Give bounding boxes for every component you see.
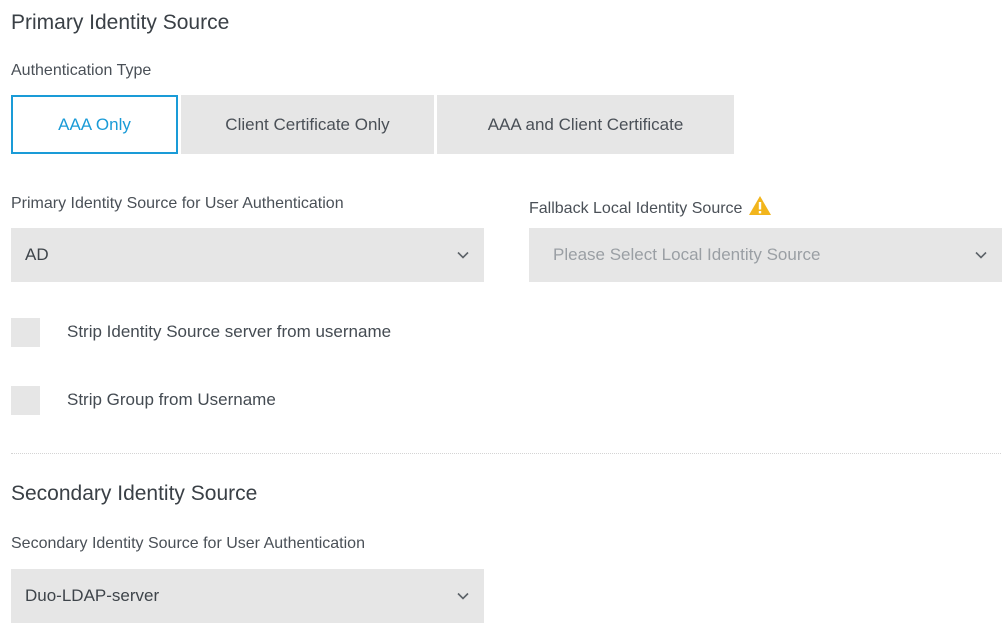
strip-group-checkbox[interactable] [11, 385, 40, 415]
primary-source-select[interactable]: AD [11, 228, 484, 282]
auth-type-aaa-only-button[interactable]: AAA Only [11, 95, 178, 154]
strip-identity-source-label: Strip Identity Source server from userna… [67, 322, 392, 341]
strip-group-label: Strip Group from Username [67, 390, 276, 409]
fallback-source-label-row: Fallback Local Identity Source [529, 195, 772, 221]
fallback-source-select[interactable]: Please Select Local Identity Source [529, 228, 1002, 282]
primary-source-label: Primary Identity Source for User Authent… [11, 195, 344, 212]
chevron-down-icon [456, 589, 470, 603]
authentication-type-label: Authentication Type [11, 62, 152, 79]
fallback-source-label: Fallback Local Identity Source [529, 200, 743, 217]
secondary-source-value: Duo-LDAP-server [25, 586, 160, 605]
primary-section-title: Primary Identity Source [11, 11, 230, 34]
secondary-source-select[interactable]: Duo-LDAP-server [11, 569, 484, 623]
secondary-section-title: Secondary Identity Source [11, 482, 258, 505]
authentication-type-segmented-control: AAA Only Client Certificate Only AAA and… [11, 95, 737, 154]
strip-identity-source-checkbox[interactable] [11, 317, 40, 347]
strip-group-row: Strip Group from Username [11, 385, 276, 415]
fallback-source-placeholder: Please Select Local Identity Source [553, 245, 821, 264]
strip-identity-source-row: Strip Identity Source server from userna… [11, 317, 391, 347]
primary-source-value: AD [25, 245, 49, 264]
section-divider [11, 453, 1001, 454]
warning-icon [748, 195, 772, 221]
secondary-source-label: Secondary Identity Source for User Authe… [11, 535, 365, 552]
auth-type-aaa-and-client-certificate-button[interactable]: AAA and Client Certificate [437, 95, 734, 154]
chevron-down-icon [456, 248, 470, 262]
chevron-down-icon [974, 248, 988, 262]
auth-type-client-certificate-only-button[interactable]: Client Certificate Only [181, 95, 434, 154]
